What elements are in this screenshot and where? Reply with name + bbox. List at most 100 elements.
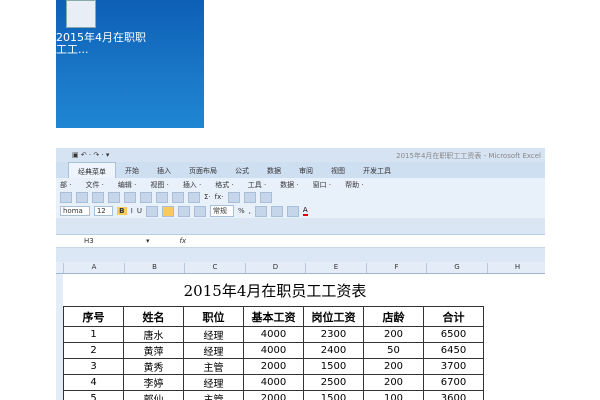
merge-icon[interactable] xyxy=(193,205,206,217)
bold-button[interactable]: B xyxy=(116,207,127,215)
table-cell[interactable]: 4000 xyxy=(243,374,304,391)
font-select[interactable]: homa xyxy=(60,206,90,216)
align-left-icon[interactable] xyxy=(145,205,158,217)
ribbon-tab[interactable]: 开始 xyxy=(116,162,148,178)
table-cell[interactable]: 李婷 xyxy=(123,374,184,391)
underline-button[interactable]: U xyxy=(137,207,142,215)
table-cell[interactable]: 主管 xyxy=(183,358,244,375)
align-right-icon[interactable] xyxy=(177,205,190,217)
table-cell[interactable]: 2000 xyxy=(243,358,304,375)
table-cell[interactable]: 4000 xyxy=(243,326,304,343)
header-cell[interactable]: 店龄 xyxy=(363,306,424,327)
align-center-icon[interactable] xyxy=(161,205,174,217)
table-cell[interactable]: 3 xyxy=(63,358,124,375)
table-cell[interactable]: 经理 xyxy=(183,342,244,359)
chart-icon[interactable] xyxy=(259,191,272,203)
ribbon-tab[interactable]: 数据 xyxy=(258,162,290,178)
table-cell[interactable]: 6500 xyxy=(423,326,484,343)
column-header[interactable]: B xyxy=(123,263,185,273)
number-format-select[interactable]: 常规 xyxy=(209,205,234,217)
column-header[interactable]: G xyxy=(426,263,487,273)
column-header[interactable]: A xyxy=(63,263,124,273)
menu-item[interactable]: 部 · xyxy=(56,178,81,190)
table-cell[interactable]: 唐水 xyxy=(123,326,184,343)
menu-item[interactable]: 数据 · xyxy=(276,178,308,190)
table-cell[interactable]: 经理 xyxy=(183,326,244,343)
table-cell[interactable]: 3700 xyxy=(423,358,484,375)
redo-icon[interactable] xyxy=(188,191,200,203)
ribbon-tab[interactable]: 开发工具 xyxy=(354,162,400,178)
menu-item[interactable]: 插入 · xyxy=(179,178,211,190)
menu-item[interactable]: 视图 · xyxy=(146,178,178,190)
sum-icon[interactable]: Σ· xyxy=(204,193,211,201)
table-cell[interactable]: 200 xyxy=(363,326,424,343)
print-icon[interactable] xyxy=(92,191,104,203)
menu-item[interactable]: 窗口 · xyxy=(309,178,341,190)
table-cell[interactable]: 5 xyxy=(63,390,124,400)
row-headers[interactable] xyxy=(56,274,63,400)
table-cell[interactable]: 1 xyxy=(63,326,124,343)
ribbon-tab[interactable]: 页面布局 xyxy=(180,162,226,178)
header-cell[interactable]: 姓名 xyxy=(123,306,184,327)
header-cell[interactable]: 职位 xyxy=(183,306,244,327)
quick-access-toolbar[interactable]: ▣ ↶ · ↷ · ▾ xyxy=(72,151,109,159)
column-header[interactable]: E xyxy=(305,263,366,273)
save-icon[interactable] xyxy=(76,191,88,203)
header-cell[interactable]: 合计 xyxy=(423,306,484,327)
italic-button[interactable]: I xyxy=(131,207,133,215)
ribbon-tab[interactable]: 插入 xyxy=(148,162,180,178)
column-header[interactable]: D xyxy=(244,263,306,273)
open-icon[interactable] xyxy=(60,191,72,203)
undo-icon[interactable] xyxy=(172,191,184,203)
table-cell[interactable]: 经理 xyxy=(183,374,244,391)
table-cell[interactable]: 6450 xyxy=(423,342,484,359)
percent-button[interactable]: % xyxy=(238,207,245,215)
paste-icon[interactable] xyxy=(156,191,168,203)
cut-icon[interactable] xyxy=(124,191,136,203)
table-cell[interactable]: 50 xyxy=(363,342,424,359)
table-cell[interactable]: 200 xyxy=(363,358,424,375)
table-cell[interactable]: 2 xyxy=(63,342,124,359)
table-cell[interactable]: 3600 xyxy=(423,390,484,400)
table-cell[interactable]: 黄秀 xyxy=(123,358,184,375)
preview-icon[interactable] xyxy=(108,191,120,203)
menu-item[interactable]: 文件 · xyxy=(81,178,113,190)
name-box[interactable]: H3 xyxy=(56,237,146,245)
ribbon-tab[interactable]: 公式 xyxy=(226,162,258,178)
column-header[interactable]: F xyxy=(365,263,427,273)
table-cell[interactable]: 4 xyxy=(63,374,124,391)
table-cell[interactable]: 4000 xyxy=(243,342,304,359)
table-cell[interactable]: 主管 xyxy=(183,390,244,400)
font-size-select[interactable]: 12 xyxy=(93,206,113,216)
desktop-icon-label[interactable]: 2015年4月在职职工工... xyxy=(56,32,146,56)
copy-icon[interactable] xyxy=(140,191,152,203)
comma-button[interactable]: , xyxy=(249,207,251,215)
menu-item[interactable]: 工具 · xyxy=(244,178,276,190)
header-cell[interactable]: 序号 xyxy=(63,306,124,327)
table-cell[interactable]: 2500 xyxy=(303,374,364,391)
table-cell[interactable]: 1500 xyxy=(303,390,364,400)
header-cell[interactable]: 岗位工资 xyxy=(303,306,364,327)
menu-item[interactable]: 编辑 · xyxy=(114,178,146,190)
function-icon[interactable]: fx· xyxy=(215,193,224,201)
fill-color-icon[interactable] xyxy=(286,205,299,217)
dropdown-icon[interactable]: ▾ xyxy=(146,237,150,245)
table-cell[interactable]: 1500 xyxy=(303,358,364,375)
ribbon-tab[interactable]: 审阅 xyxy=(290,162,322,178)
indent-icon[interactable] xyxy=(254,205,267,217)
fx-icon[interactable]: fx xyxy=(180,237,187,245)
column-header[interactable]: C xyxy=(184,263,245,273)
table-cell[interactable]: 郭仙 xyxy=(123,390,184,400)
sort-desc-icon[interactable] xyxy=(243,191,256,203)
font-color-icon[interactable]: A xyxy=(302,206,308,216)
table-cell[interactable]: 2300 xyxy=(303,326,364,343)
table-cell[interactable]: 200 xyxy=(363,374,424,391)
sheet-title[interactable]: 2015年4月在职员工工资表 xyxy=(63,280,487,301)
ribbon-tab[interactable]: 经典菜单 xyxy=(68,162,116,178)
header-cell[interactable]: 基本工资 xyxy=(243,306,304,327)
table-cell[interactable]: 黄萍 xyxy=(123,342,184,359)
worksheet[interactable]: 2015年4月在职员工工资表 序号 姓名 职位 基本工资 岗位工资 店龄 合计 1 唐水 经理 40… xyxy=(56,274,545,400)
menu-item[interactable]: 格式 · xyxy=(211,178,243,190)
column-header[interactable]: H xyxy=(486,263,546,273)
ribbon-tab[interactable]: 视图 xyxy=(322,162,354,178)
